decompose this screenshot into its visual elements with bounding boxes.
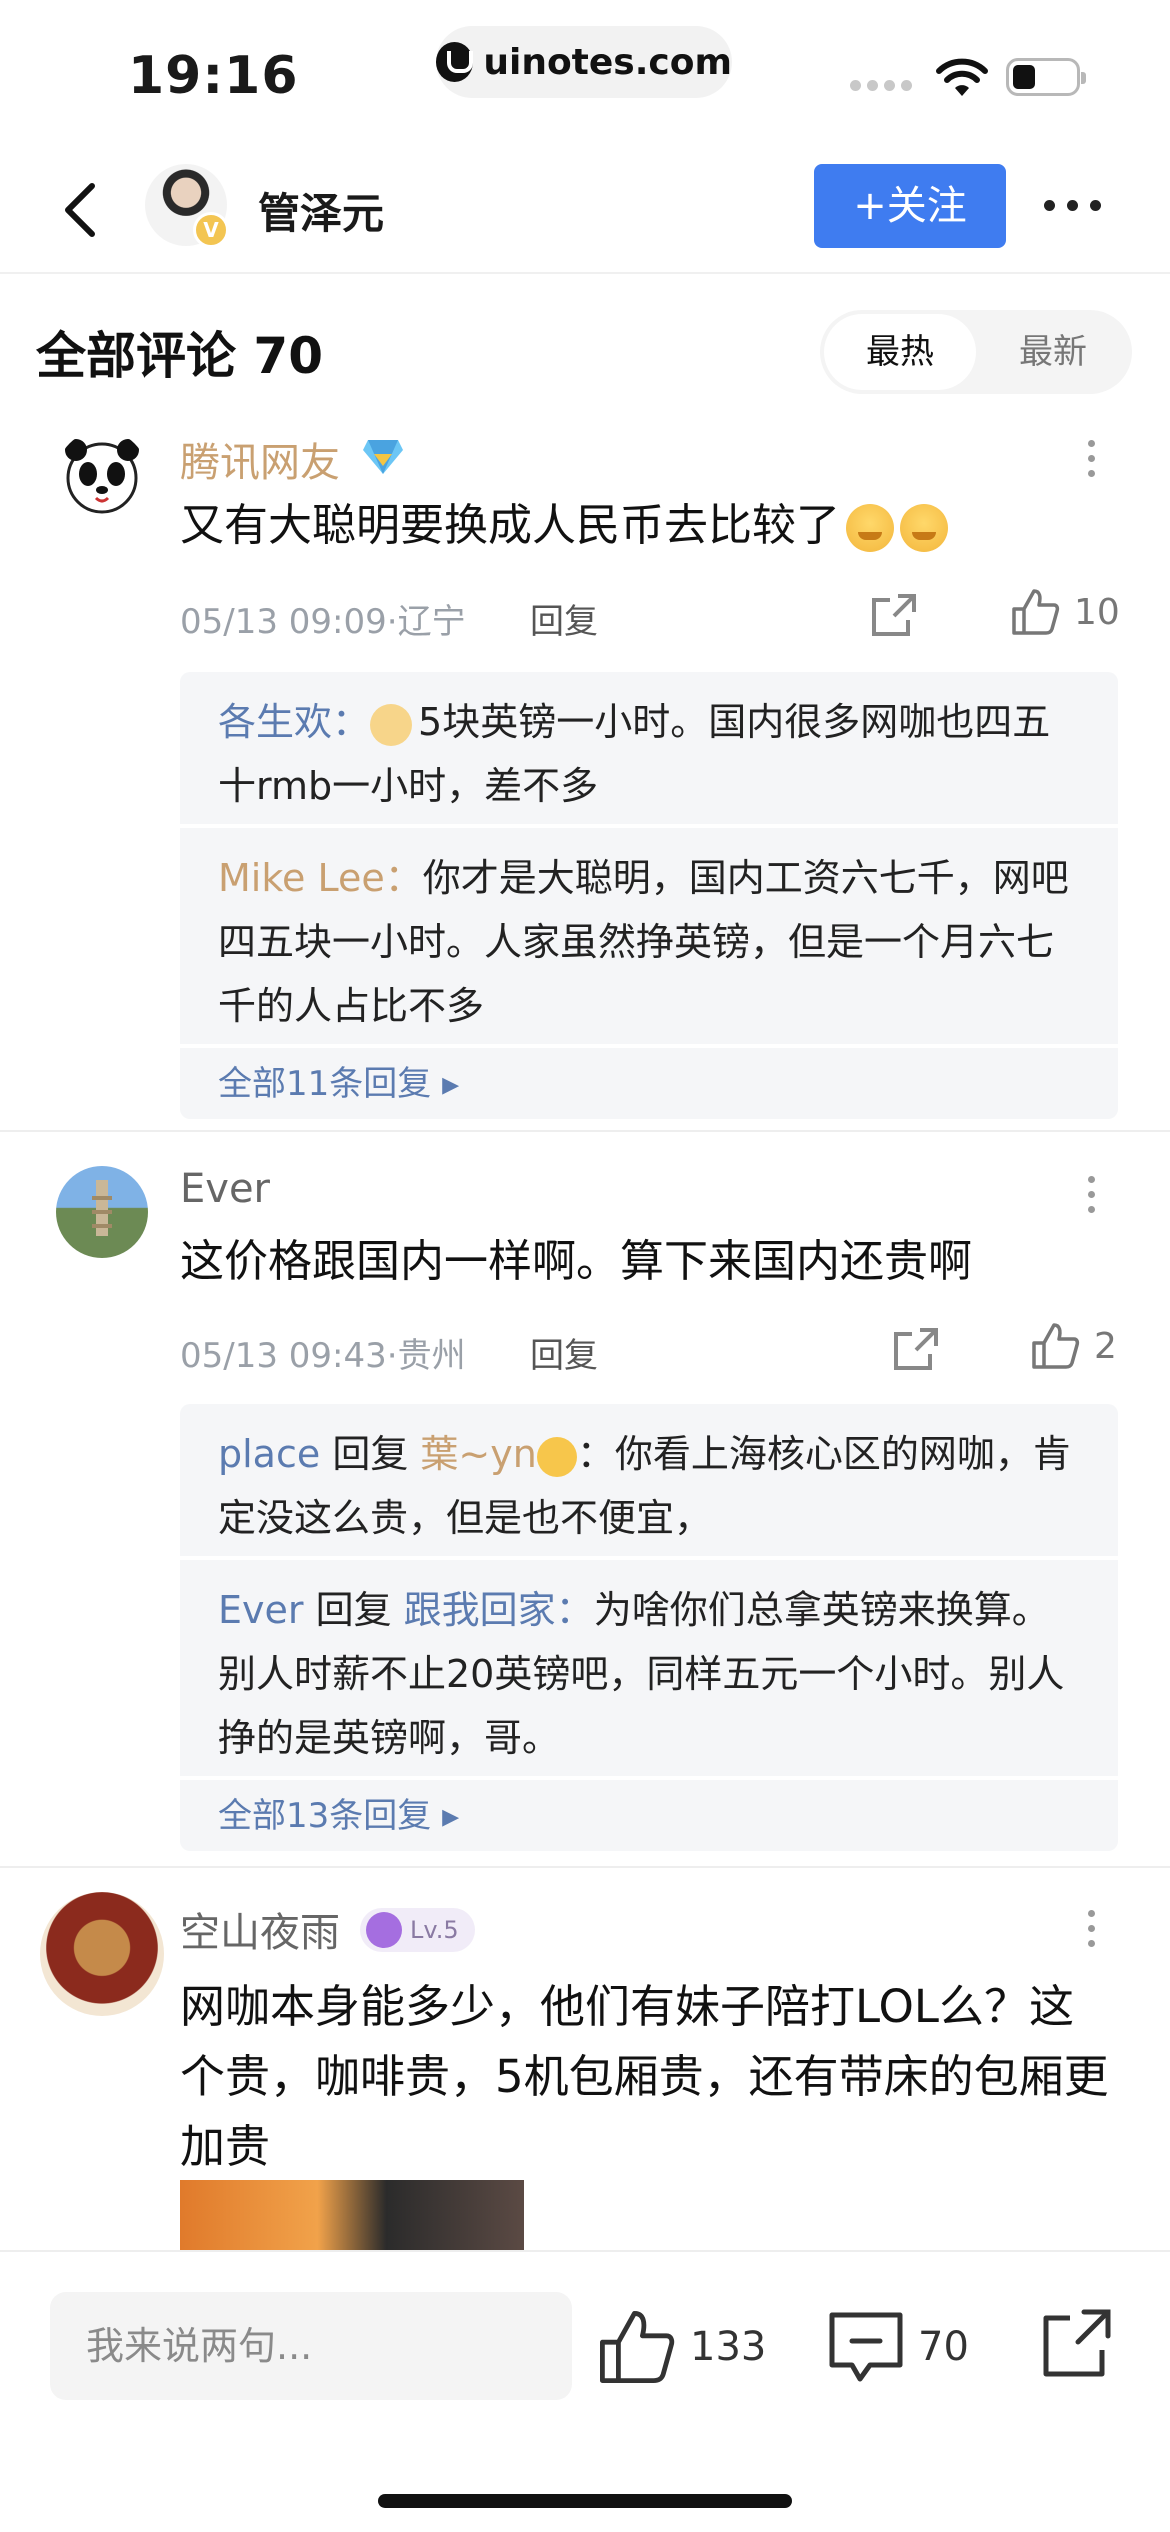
article-comment-button[interactable]: 70 <box>826 2302 969 2392</box>
sort-hot-tab[interactable]: 最热 <box>824 314 976 390</box>
wifi-icon <box>936 58 988 96</box>
comment-text: 网咖本身能多少，他们有妹子陪打LOL么？这个贵，咖啡贵，5机包厢贵，还有带床的包… <box>180 1980 1109 2173</box>
reply-item[interactable]: Ever 回复 跟我回家：为啥你们总拿英镑来换算。别人时薪不止20英镑吧，同样五… <box>180 1560 1118 1780</box>
reply-target-username[interactable]: 葉~yn <box>420 1432 536 1476</box>
comment-bubble-icon <box>829 2312 903 2382</box>
view-all-replies-link[interactable]: 全部11条回复 ▸ <box>180 1048 1118 1119</box>
reply-username[interactable]: Ever <box>218 1588 304 1632</box>
bottom-action-bar: 我来说两句... 133 70 <box>0 2250 1170 2532</box>
comment-item: Ever 这价格跟国内一样啊。算下来国内还贵啊 05/13 09:43·贵州 回… <box>0 1166 1170 1856</box>
thumbs-up-icon <box>1012 589 1060 635</box>
like-button[interactable]: 2 <box>1030 1320 1117 1372</box>
panda-avatar-icon <box>65 439 139 514</box>
reply-button[interactable]: 回复 <box>530 1328 598 1377</box>
commenter-name[interactable]: Ever <box>180 1166 270 1212</box>
sort-new-tab[interactable]: 最新 <box>978 314 1128 390</box>
article-share-icon[interactable] <box>1036 2304 1116 2384</box>
comment-divider <box>0 1866 1170 1868</box>
commenter-avatar[interactable] <box>56 1166 148 1258</box>
status-bar: 19:16 uinotes.com <box>0 0 1170 150</box>
comment-input[interactable]: 我来说两句... <box>50 2292 572 2400</box>
reply-item[interactable]: 各生欢： 5块英镑一小时。国内很多网咖也四五十rmb一小时，差不多 <box>180 672 1118 828</box>
article-like-button[interactable]: 133 <box>596 2302 766 2392</box>
reply-box: place 回复 葉~yn ：你看上海核心区的网咖，肯定没这么贵，但是也不便宜， … <box>180 1404 1118 1851</box>
battery-icon <box>1006 58 1086 96</box>
share-icon[interactable] <box>890 1324 942 1372</box>
pagoda-avatar-icon <box>92 1180 112 1236</box>
reply-username[interactable]: 各生欢： <box>218 700 370 744</box>
reply-button[interactable]: 回复 <box>530 594 598 643</box>
comment-meta: 05/13 09:43·贵州 <box>180 1336 466 1376</box>
comment-menu-icon[interactable] <box>1088 1176 1095 1213</box>
site-logo-icon <box>436 42 474 82</box>
nav-bar: V 管泽元 +关注 <box>0 150 1170 274</box>
laugh-emoji-icon <box>900 504 948 552</box>
reply-item[interactable]: Mike Lee：你才是大聪明，国内工资六七千，网吧四五块一小时。人家虽然挣英镑… <box>180 828 1118 1048</box>
view-all-replies-link[interactable]: 全部13条回复 ▸ <box>180 1780 1118 1851</box>
comment-menu-icon[interactable] <box>1088 1910 1095 1947</box>
reply-item[interactable]: place 回复 葉~yn ：你看上海核心区的网咖，肯定没这么贵，但是也不便宜， <box>180 1404 1118 1560</box>
cellular-signal-icon <box>850 80 912 91</box>
commenter-name[interactable]: 空山夜雨 <box>180 1900 340 1958</box>
commenter-avatar[interactable] <box>40 1892 164 2016</box>
sort-toggle: 最热 最新 <box>820 310 1132 394</box>
commenter-name[interactable]: 腾讯网友 <box>180 430 340 488</box>
comment-image[interactable] <box>180 2180 524 2250</box>
ok-hand-emoji-icon <box>536 1436 577 1477</box>
thumbs-up-icon <box>1032 1323 1080 1369</box>
back-arrow-icon[interactable] <box>52 180 112 240</box>
level-badge: Lv.5 <box>360 1908 475 1952</box>
comment-menu-icon[interactable] <box>1088 440 1095 477</box>
comment-text: 又有大聪明要换成人民币去比较了 <box>180 494 1100 558</box>
comment-divider <box>0 1130 1170 1132</box>
follow-button[interactable]: +关注 <box>814 164 1006 248</box>
reply-box: 各生欢： 5块英镑一小时。国内很多网咖也四五十rmb一小时，差不多 Mike Le… <box>180 672 1118 1119</box>
level-icon <box>366 1912 402 1948</box>
url-text: uinotes.com <box>483 41 732 83</box>
verified-badge-icon: V <box>193 212 229 248</box>
article-like-count: 133 <box>690 2324 767 2370</box>
comments-title: 全部评论 70 <box>36 327 323 385</box>
commenter-avatar[interactable] <box>56 430 148 522</box>
comments-header: 全部评论 70 最热 最新 <box>0 302 1170 402</box>
cat-emoji-icon <box>370 703 413 746</box>
laugh-emoji-icon <box>846 504 894 552</box>
more-options-icon[interactable] <box>1044 200 1101 211</box>
thumbs-up-icon <box>600 2311 675 2383</box>
reply-target-username[interactable]: 跟我回家： <box>404 1588 594 1632</box>
share-icon[interactable] <box>868 590 920 638</box>
article-comment-count: 70 <box>918 2324 969 2370</box>
like-count: 10 <box>1074 591 1120 633</box>
like-count: 2 <box>1094 1325 1117 1367</box>
like-button[interactable]: 10 <box>1010 586 1120 638</box>
status-time: 19:16 <box>128 46 299 106</box>
comment-item: 空山夜雨 Lv.5 网咖本身能多少，他们有妹子陪打LOL么？这个贵，咖啡贵，5机… <box>0 1892 1170 2250</box>
home-indicator <box>378 2494 792 2508</box>
comment-text: 这价格跟国内一样啊。算下来国内还贵啊 <box>180 1236 972 1287</box>
url-pill[interactable]: uinotes.com <box>436 26 732 98</box>
author-name[interactable]: 管泽元 <box>258 180 384 241</box>
reply-username[interactable]: Mike Lee： <box>218 856 423 900</box>
diamond-badge-icon <box>363 440 403 474</box>
level-text: Lv.5 <box>410 1916 459 1944</box>
reply-username[interactable]: place <box>218 1432 320 1476</box>
comment-item: 腾讯网友 又有大聪明要换成人民币去比较了 05/13 09:09·辽宁 回复 1… <box>0 430 1170 1119</box>
comment-meta: 05/13 09:09·辽宁 <box>180 602 466 642</box>
